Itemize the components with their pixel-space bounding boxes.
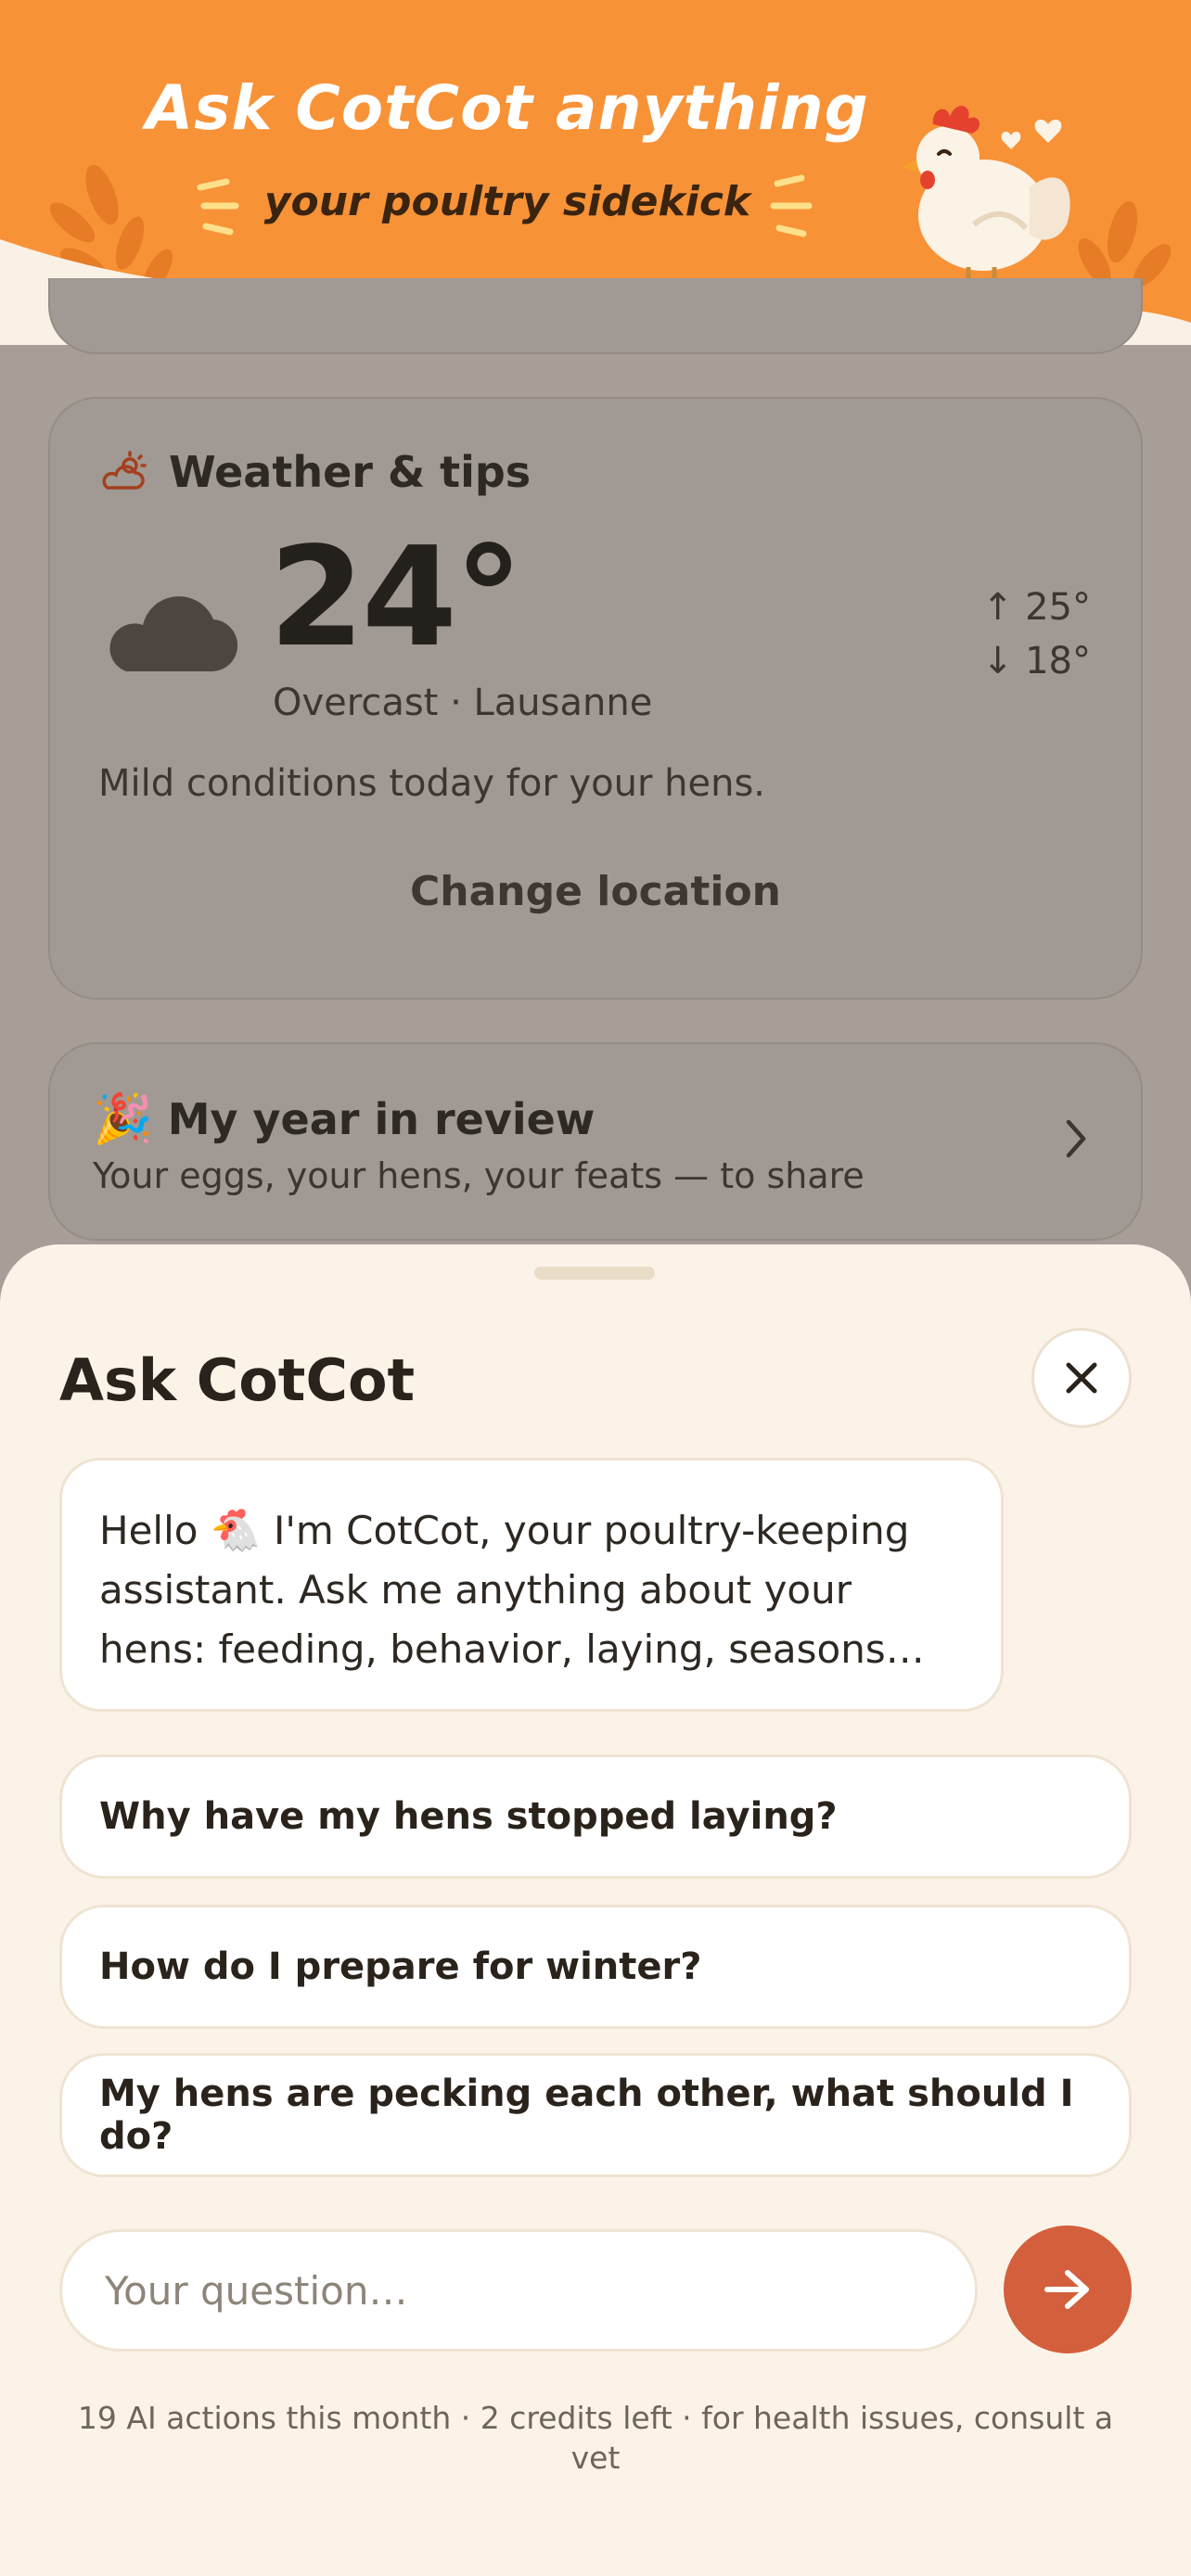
weather-card: Weather & tips 24° Overcast · Lausanne ↑… xyxy=(48,397,1143,1000)
temperature-value: 24° xyxy=(269,517,523,677)
sheet-title: Ask CotCot xyxy=(59,1346,416,1414)
sheet-grabber[interactable] xyxy=(534,1267,655,1280)
previous-card xyxy=(48,278,1143,354)
temperature-low: ↓ 18° xyxy=(981,640,1091,682)
party-popper-icon: 🎉 xyxy=(93,1091,153,1147)
year-review-subtitle: Your eggs, your hens, your feats — to sh… xyxy=(93,1155,864,1196)
change-location-button[interactable]: Change location xyxy=(50,868,1141,915)
temperature-high: ↑ 25° xyxy=(981,586,1091,629)
assistant-message: Hello 🐔 I'm CotCot, your poultry-keeping… xyxy=(59,1458,1004,1712)
close-button[interactable] xyxy=(1031,1328,1132,1428)
year-review-title: My year in review xyxy=(167,1093,596,1144)
close-icon xyxy=(1066,1362,1097,1394)
banner-title: Ask CotCot anything xyxy=(146,72,869,144)
usage-footnote: 19 AI actions this month · 2 credits lef… xyxy=(77,2400,1114,2476)
weather-tip: Mild conditions today for your hens. xyxy=(98,762,766,805)
suggestion-chip[interactable]: Why have my hens stopped laying? xyxy=(59,1754,1132,1879)
chevron-right-icon xyxy=(1066,1119,1086,1158)
suggestion-chip[interactable]: My hens are pecking each other, what sho… xyxy=(59,2053,1132,2177)
send-button[interactable] xyxy=(1004,2225,1132,2353)
question-input[interactable]: Your question… xyxy=(59,2229,978,2352)
weather-title: Weather & tips xyxy=(169,447,531,497)
year-review-card[interactable]: 🎉 My year in review Your eggs, your hens… xyxy=(48,1042,1143,1241)
year-review-title-row: 🎉 My year in review xyxy=(93,1090,595,1147)
suggestion-chip[interactable]: How do I prepare for winter? xyxy=(59,1905,1132,2029)
partly-cloudy-icon xyxy=(102,451,147,490)
greeting-text-start: Hello xyxy=(99,1508,211,1553)
weather-condition: Overcast · Lausanne xyxy=(273,682,653,724)
banner-subtitle: your poultry sidekick xyxy=(263,178,751,225)
weather-header: Weather & tips xyxy=(98,447,531,497)
hen-mascot-icon xyxy=(902,106,1070,282)
chicken-emoji: 🐔 xyxy=(210,1507,262,1554)
temperature-range: ↑ 25° ↓ 18° xyxy=(982,580,1091,688)
arrow-right-icon xyxy=(1044,2270,1089,2309)
cloud-icon xyxy=(109,596,238,672)
ask-cotcot-sheet: Ask CotCot Hello 🐔 I'm CotCot, your poul… xyxy=(0,1244,1191,2576)
